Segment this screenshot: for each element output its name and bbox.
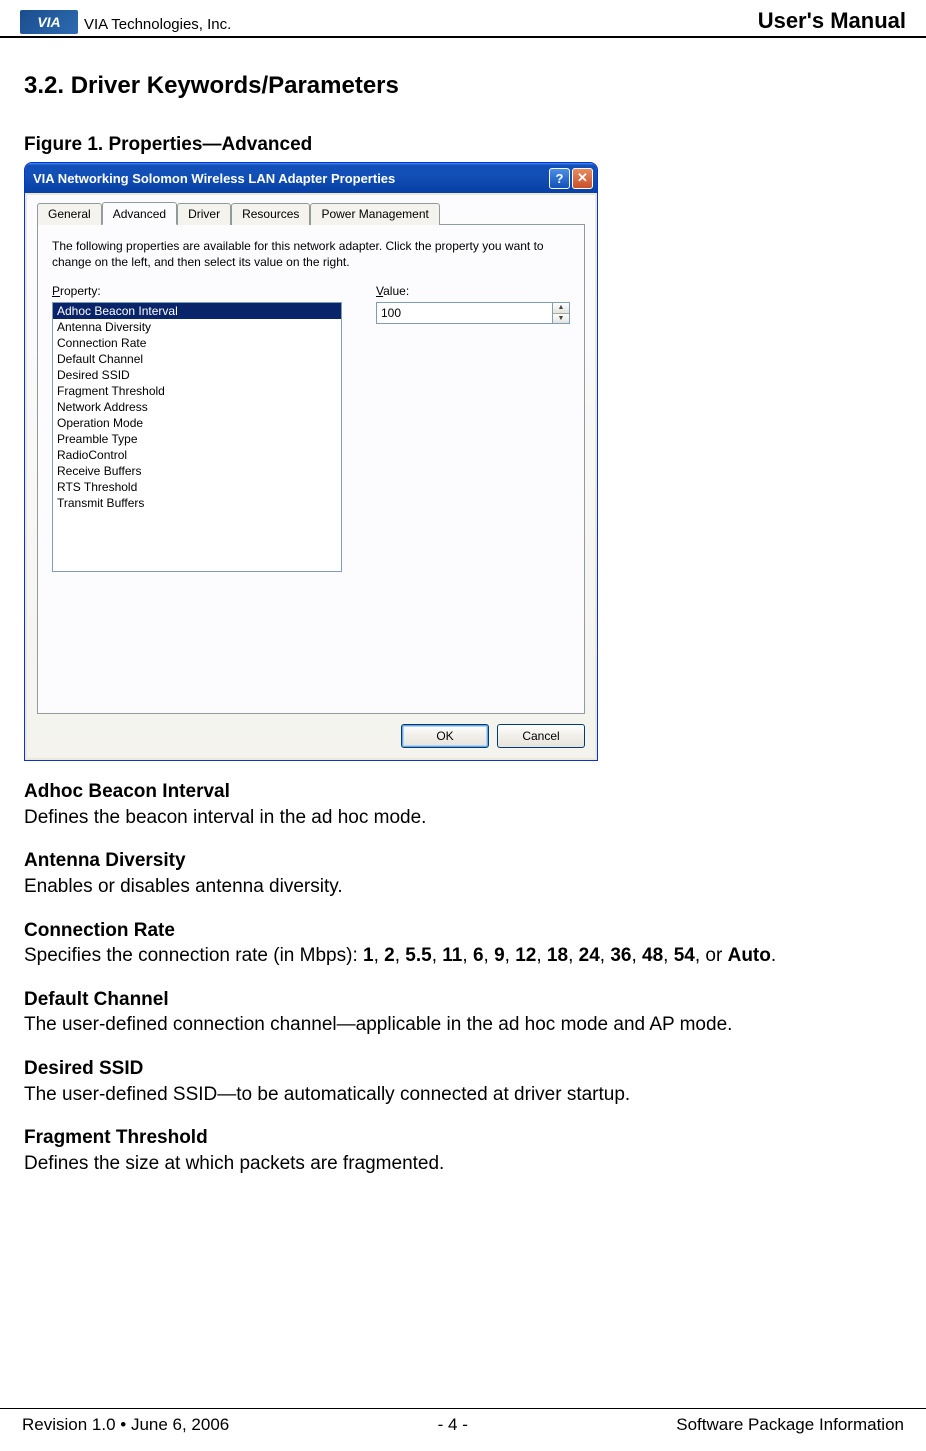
help-button[interactable]: ?: [549, 168, 570, 189]
value-row: ▲ ▼: [376, 302, 570, 324]
param-desc: Specifies the connection rate (in Mbps):…: [24, 943, 902, 969]
list-item[interactable]: Desired SSID: [53, 367, 341, 383]
param-title: Default Channel: [24, 987, 902, 1013]
page-content: 3.2. Driver Keywords/Parameters Figure 1…: [0, 38, 926, 1177]
company-name: VIA Technologies, Inc.: [84, 16, 231, 33]
dialog-titlebar[interactable]: VIA Networking Solomon Wireless LAN Adap…: [25, 163, 597, 193]
close-button[interactable]: ✕: [572, 168, 593, 189]
param-title: Connection Rate: [24, 918, 902, 944]
list-item[interactable]: RTS Threshold: [53, 479, 341, 495]
cancel-button[interactable]: Cancel: [497, 724, 585, 748]
list-item[interactable]: Network Address: [53, 399, 341, 415]
dialog-body: General Advanced Driver Resources Power …: [27, 195, 595, 758]
value-input[interactable]: [376, 302, 552, 324]
param-desc: Defines the size at which packets are fr…: [24, 1151, 902, 1177]
section-heading: 3.2. Driver Keywords/Parameters: [24, 72, 902, 100]
param-fragment-threshold: Fragment Threshold Defines the size at w…: [24, 1125, 902, 1176]
param-title: Desired SSID: [24, 1056, 902, 1082]
list-item[interactable]: Fragment Threshold: [53, 383, 341, 399]
dialog-button-row: OK Cancel: [37, 724, 585, 748]
param-antenna-diversity: Antenna Diversity Enables or disables an…: [24, 848, 902, 899]
value-spinner: ▲ ▼: [552, 302, 570, 324]
tab-driver[interactable]: Driver: [177, 203, 231, 225]
spin-up-button[interactable]: ▲: [553, 303, 569, 314]
param-desc: The user-defined SSID—to be automaticall…: [24, 1082, 902, 1108]
page-header: VIA VIA Technologies, Inc. User's Manual: [0, 0, 926, 38]
list-item[interactable]: Preamble Type: [53, 431, 341, 447]
list-item[interactable]: Adhoc Beacon Interval: [53, 303, 341, 319]
param-desired-ssid: Desired SSID The user-defined SSID—to be…: [24, 1056, 902, 1107]
property-label: Property:: [52, 284, 352, 298]
figure-caption: Figure 1. Properties—Advanced: [24, 134, 902, 156]
titlebar-buttons: ? ✕: [549, 168, 593, 189]
property-listbox[interactable]: Adhoc Beacon Interval Antenna Diversity …: [52, 302, 342, 572]
param-desc: The user-defined connection channel—appl…: [24, 1012, 902, 1038]
tab-general[interactable]: General: [37, 203, 102, 225]
list-item[interactable]: Default Channel: [53, 351, 341, 367]
value-column: Value: ▲ ▼: [376, 284, 570, 572]
tab-advanced[interactable]: Advanced: [102, 202, 177, 225]
footer-revision: Revision 1.0 • June 6, 2006: [22, 1415, 229, 1435]
page-footer: Revision 1.0 • June 6, 2006 - 4 - Softwa…: [0, 1408, 926, 1435]
tab-strip: General Advanced Driver Resources Power …: [37, 203, 585, 225]
param-default-channel: Default Channel The user-defined connect…: [24, 987, 902, 1038]
panel-columns: Property: Adhoc Beacon Interval Antenna …: [52, 284, 570, 572]
list-item[interactable]: Transmit Buffers: [53, 495, 341, 511]
via-logo: VIA: [20, 10, 78, 34]
manual-title: User's Manual: [758, 8, 906, 34]
ok-button[interactable]: OK: [401, 724, 489, 748]
dialog-title: VIA Networking Solomon Wireless LAN Adap…: [33, 171, 395, 186]
value-label: Value:: [376, 284, 570, 298]
param-title: Adhoc Beacon Interval: [24, 779, 902, 805]
list-item[interactable]: RadioControl: [53, 447, 341, 463]
panel-description: The following properties are available f…: [52, 239, 570, 270]
header-left: VIA VIA Technologies, Inc.: [20, 10, 231, 34]
param-desc: Defines the beacon interval in the ad ho…: [24, 805, 902, 831]
logo-text: VIA: [37, 14, 60, 30]
param-adhoc-beacon: Adhoc Beacon Interval Defines the beacon…: [24, 779, 902, 830]
tab-panel-advanced: The following properties are available f…: [37, 224, 585, 714]
param-title: Antenna Diversity: [24, 848, 902, 874]
list-item[interactable]: Connection Rate: [53, 335, 341, 351]
tab-power-management[interactable]: Power Management: [310, 203, 439, 225]
spin-down-button[interactable]: ▼: [553, 314, 569, 324]
footer-section: Software Package Information: [676, 1415, 904, 1435]
property-column: Property: Adhoc Beacon Interval Antenna …: [52, 284, 352, 572]
param-connection-rate: Connection Rate Specifies the connection…: [24, 918, 902, 969]
param-desc: Enables or disables antenna diversity.: [24, 874, 902, 900]
list-item[interactable]: Operation Mode: [53, 415, 341, 431]
properties-dialog: VIA Networking Solomon Wireless LAN Adap…: [24, 162, 598, 761]
tab-resources[interactable]: Resources: [231, 203, 310, 225]
param-title: Fragment Threshold: [24, 1125, 902, 1151]
list-item[interactable]: Receive Buffers: [53, 463, 341, 479]
footer-page-number: - 4 -: [438, 1415, 468, 1435]
list-item[interactable]: Antenna Diversity: [53, 319, 341, 335]
